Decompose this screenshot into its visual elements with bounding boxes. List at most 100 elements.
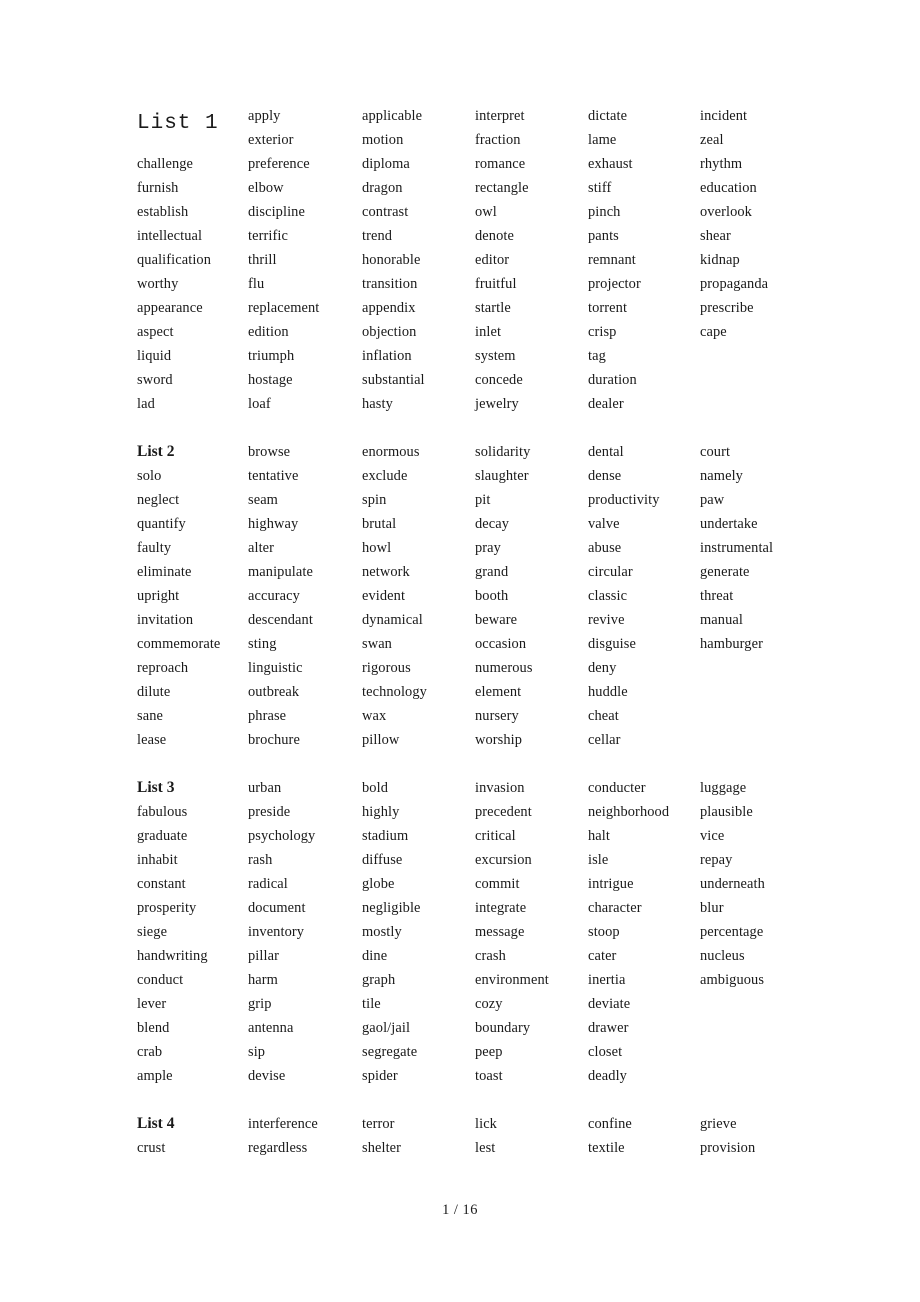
word-cell: overlook [700,204,752,220]
word-cell: graph [362,972,396,988]
word-cell: radical [248,876,288,892]
word-cell: aspect [137,324,174,340]
word-cell: pit [475,492,491,508]
word-cell: technology [362,684,427,700]
page-number-text: 1 / 16 [442,1202,478,1218]
word-cell: rash [248,852,273,868]
word-cell: motion [362,132,404,148]
word-cell: worthy [137,276,179,292]
word-cell: kidnap [700,252,740,268]
word-cell: substantial [362,372,425,388]
word-cell: circular [588,564,633,580]
word-cell: duration [588,372,637,388]
word-cell: inertia [588,972,626,988]
word-cell: lease [137,732,167,748]
word-cell: inlet [475,324,502,340]
word-cell: graduate [137,828,188,844]
word-cell: jewelry [475,396,519,412]
word-cell: swan [362,636,392,652]
word-cell: stadium [362,828,409,844]
word-cell: brutal [362,516,397,532]
word-cell: commit [475,876,520,892]
word-cell: character [588,900,642,916]
word-cell: enormous [362,444,420,460]
word-cell: globe [362,876,395,892]
word-cell: romance [475,156,526,172]
word-cell: deny [588,660,617,676]
word-cell: terrific [248,228,288,244]
word-cell: applicable [362,108,423,124]
word-cell: excursion [475,852,532,868]
word-cell: preside [248,804,291,820]
word-cell: appearance [137,300,203,316]
word-cell: stoop [588,924,620,940]
word-cell: challenge [137,156,194,172]
word-cell: system [475,348,516,364]
word-cell: honorable [362,252,421,268]
word-cell: segregate [362,1044,418,1060]
word-cell: devise [248,1068,286,1084]
word-cell: concede [475,372,523,388]
word-cell: browse [248,444,291,460]
word-cell: textile [588,1140,625,1156]
word-cell: incident [700,108,748,124]
word-cell: tentative [248,468,299,484]
word-cell: critical [475,828,516,844]
word-cell: dine [362,948,388,964]
list-title-4: List 4 [137,1115,175,1132]
word-cell: luggage [700,780,747,796]
word-cell: lame [588,132,617,148]
word-cell: pants [588,228,619,244]
word-cell: neglect [137,492,180,508]
word-cell: wax [362,708,387,724]
word-cell: hamburger [700,636,763,652]
word-cell: triumph [248,348,295,364]
word-cell: conduct [137,972,184,988]
word-cell: sting [248,636,277,652]
word-cell: shelter [362,1140,402,1156]
word-cell: highway [248,516,299,532]
word-cell: education [700,180,757,196]
word-cell: denote [475,228,514,244]
word-cell: establish [137,204,189,220]
word-cell: owl [475,204,497,220]
word-cell: percentage [700,924,764,940]
word-cell: boundary [475,1020,531,1036]
word-cell: regardless [248,1140,308,1156]
word-cell: diploma [362,156,410,172]
word-cell: cape [700,324,727,340]
word-cell: mostly [362,924,402,940]
word-cell: urban [248,780,282,796]
word-lists-container: List 1 challenge furnish establish intel… [137,104,817,1184]
word-cell: apply [248,108,281,124]
word-cell: halt [588,828,610,844]
word-cell: projector [588,276,641,292]
word-cell: elbow [248,180,284,196]
word-cell: lick [475,1116,497,1132]
word-cell: blend [137,1020,170,1036]
word-cell: interpret [475,108,525,124]
page-footer: 1 / 16 [0,1200,920,1220]
word-cell: sip [248,1044,266,1060]
word-cell: confine [588,1116,632,1132]
word-cell: editor [475,252,510,268]
list-title-3: List 3 [137,779,175,796]
word-cell: occasion [475,636,527,652]
word-cell: upright [137,588,180,604]
word-cell: decay [475,516,510,532]
word-cell: intrigue [588,876,634,892]
word-cell: paw [700,492,725,508]
word-cell: fraction [475,132,521,148]
word-cell: network [362,564,410,580]
word-cell: grand [475,564,509,580]
word-cell: repay [700,852,733,868]
word-cell: invitation [137,612,194,628]
word-cell: dynamical [362,612,423,628]
word-cell: cozy [475,996,503,1012]
word-cell: appendix [362,300,416,316]
word-cell: undertake [700,516,758,532]
word-cell: spin [362,492,387,508]
word-cell: torrent [588,300,628,316]
word-cell: startle [475,300,511,316]
word-cell: antenna [248,1020,294,1036]
